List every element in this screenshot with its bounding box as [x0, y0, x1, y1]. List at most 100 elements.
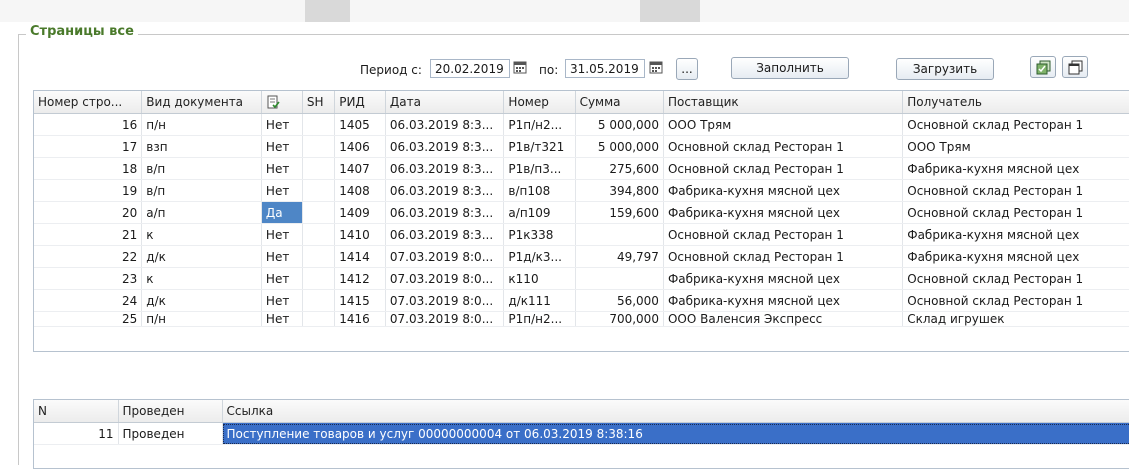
cell-posted-flag[interactable]: Нет [261, 113, 303, 136]
cell-receiver[interactable]: Фабрика-кухня мясной цех [902, 157, 1129, 180]
table-row[interactable]: 17 взп Нет 1406 06.03.2019 8:3... Р1в/т321 5 0… [34, 135, 1129, 158]
table-row[interactable]: 24 д/к Нет 1415 07.03.2019 8:0... д/к111 56,00… [34, 289, 1129, 312]
cell-supplier[interactable]: Основной склад Ресторан 1 [663, 223, 904, 246]
cell-rid[interactable]: 1406 [334, 135, 386, 158]
fill-button[interactable]: Заполнить [731, 57, 849, 79]
column-header-supplier[interactable]: Поставщик [663, 91, 904, 114]
cell-posted-flag[interactable]: Нет [261, 157, 303, 180]
cell-number[interactable]: в/п108 [503, 179, 576, 202]
cell-doc-type[interactable]: в/п [141, 157, 262, 180]
cell-row-number[interactable]: 21 [34, 223, 143, 246]
cell-posted-flag[interactable]: Да [261, 201, 303, 224]
cell-supplier[interactable]: Основной склад Ресторан 1 [663, 245, 904, 268]
cell-sum[interactable]: 49,797 [575, 245, 664, 268]
table-row[interactable]: 22 д/к Нет 1414 07.03.2019 8:0... Р1д/к3... 49… [34, 245, 1129, 268]
column-header-posted[interactable]: Проведен [118, 400, 223, 423]
cell-row-number[interactable]: 22 [34, 245, 143, 268]
cell-doc-type[interactable]: а/п [141, 201, 262, 224]
load-button[interactable]: Загрузить [896, 58, 994, 80]
cell-sum[interactable]: 275,600 [575, 157, 664, 180]
table-row[interactable]: 16 п/н Нет 1405 06.03.2019 8:3... Р1п/н2... 5 … [34, 113, 1129, 136]
cell-doc-type[interactable]: взп [141, 135, 262, 158]
cell-n[interactable]: 11 [34, 422, 119, 445]
cell-receiver[interactable]: Основной склад Ресторан 1 [902, 113, 1129, 136]
documents-table[interactable]: Номер стро... Вид документа SH РИД Дата … [33, 90, 1129, 352]
cell-date[interactable]: 06.03.2019 8:3... [385, 223, 505, 246]
cell-posted-flag[interactable]: Нет [261, 289, 303, 312]
cell-sum[interactable]: 5 000,000 [575, 113, 664, 136]
cell-number[interactable]: Р1в/т321 [503, 135, 576, 158]
cell-sh[interactable] [302, 157, 336, 180]
cell-receiver[interactable]: ООО Трям [902, 135, 1129, 158]
cell-doc-type[interactable]: п/н [141, 113, 262, 136]
cell-row-number[interactable]: 16 [34, 113, 143, 136]
cell-supplier[interactable]: Фабрика-кухня мясной цех [663, 267, 904, 290]
cell-row-number[interactable]: 18 [34, 157, 143, 180]
cell-supplier[interactable]: Основной склад Ресторан 1 [663, 157, 904, 180]
cell-rid[interactable]: 1412 [334, 267, 386, 290]
cell-supplier[interactable]: ООО Валенсия Экспресс [663, 311, 904, 327]
cell-date[interactable]: 06.03.2019 8:3... [385, 201, 505, 224]
cell-sh[interactable] [302, 311, 336, 327]
cell-rid[interactable]: 1415 [334, 289, 386, 312]
cell-sh[interactable] [302, 113, 336, 136]
cell-receiver[interactable]: Склад игрушек [902, 311, 1129, 327]
cell-doc-type[interactable]: к [141, 267, 262, 290]
links-table[interactable]: N Проведен Ссылка 11 Проведен Поступлени… [33, 399, 1129, 469]
column-header-posted-icon[interactable] [261, 91, 303, 114]
cell-number[interactable]: а/п109 [503, 201, 576, 224]
cell-supplier[interactable]: Фабрика-кухня мясной цех [663, 289, 904, 312]
column-header-rid[interactable]: РИД [334, 91, 386, 114]
cell-rid[interactable]: 1408 [334, 179, 386, 202]
column-header-date[interactable]: Дата [385, 91, 505, 114]
cell-rid[interactable]: 1409 [334, 201, 386, 224]
cell-date[interactable]: 07.03.2019 8:0... [385, 289, 505, 312]
cell-number[interactable]: Р1п/н2... [503, 113, 576, 136]
column-header-sum[interactable]: Сумма [575, 91, 664, 114]
cell-receiver[interactable]: Основной склад Ресторан 1 [902, 179, 1129, 202]
cell-sh[interactable] [302, 201, 336, 224]
cell-row-number[interactable]: 24 [34, 289, 143, 312]
cell-row-number[interactable]: 25 [34, 311, 143, 327]
period-select-button[interactable]: ... [676, 58, 698, 80]
table-row[interactable]: 19 в/п Нет 1408 06.03.2019 8:3... в/п108 394,8… [34, 179, 1129, 202]
column-header-link[interactable]: Ссылка [222, 400, 1129, 423]
cell-receiver[interactable]: Основной склад Ресторан 1 [902, 201, 1129, 224]
cell-doc-type[interactable]: п/н [141, 311, 262, 327]
cell-row-number[interactable]: 19 [34, 179, 143, 202]
column-header-sh[interactable]: SH [302, 91, 336, 114]
calendar-to-button[interactable] [648, 60, 664, 77]
cell-sum[interactable] [575, 267, 664, 290]
cell-link[interactable]: Поступление товаров и услуг 00000000004 … [222, 422, 1129, 445]
cell-rid[interactable]: 1410 [334, 223, 386, 246]
cell-posted-flag[interactable]: Нет [261, 311, 303, 327]
cell-number[interactable]: Р1в/п3... [503, 157, 576, 180]
cell-rid[interactable]: 1405 [334, 113, 386, 136]
column-header-doc-type[interactable]: Вид документа [141, 91, 262, 114]
cell-rid[interactable]: 1416 [334, 311, 386, 327]
cell-doc-type[interactable]: д/к [141, 289, 262, 312]
cell-date[interactable]: 07.03.2019 8:0... [385, 267, 505, 290]
column-header-number[interactable]: Номер [503, 91, 576, 114]
cell-receiver[interactable]: Фабрика-кухня мясной цех [902, 223, 1129, 246]
cell-sum[interactable]: 56,000 [575, 289, 664, 312]
cell-receiver[interactable]: Основной склад Ресторан 1 [902, 267, 1129, 290]
column-header-n[interactable]: N [34, 400, 119, 423]
cell-date[interactable]: 06.03.2019 8:3... [385, 157, 505, 180]
cell-number[interactable]: д/к111 [503, 289, 576, 312]
table-row[interactable]: 18 в/п Нет 1407 06.03.2019 8:3... Р1в/п3... 27… [34, 157, 1129, 180]
cell-sum[interactable] [575, 223, 664, 246]
cell-number[interactable]: Р1п/н2... [503, 311, 576, 327]
cell-supplier[interactable]: Фабрика-кухня мясной цех [663, 179, 904, 202]
cell-number[interactable]: к110 [503, 267, 576, 290]
period-to-input[interactable]: 31.05.2019 [565, 59, 645, 78]
table-row[interactable]: 25 п/н Нет 1416 07.03.2019 8:0... Р1п/н2... 70… [34, 311, 1129, 327]
table-row[interactable]: 20 а/п Да 1409 06.03.2019 8:3... а/п109 159,60… [34, 201, 1129, 224]
column-header-row-number[interactable]: Номер стро... [34, 91, 143, 114]
table-row[interactable]: 21 к Нет 1410 06.03.2019 8:3... Р1к338 Основно… [34, 223, 1129, 246]
cell-sum[interactable]: 159,600 [575, 201, 664, 224]
cell-sh[interactable] [302, 223, 336, 246]
cell-doc-type[interactable]: к [141, 223, 262, 246]
cell-sh[interactable] [302, 289, 336, 312]
cell-posted-flag[interactable]: Нет [261, 179, 303, 202]
